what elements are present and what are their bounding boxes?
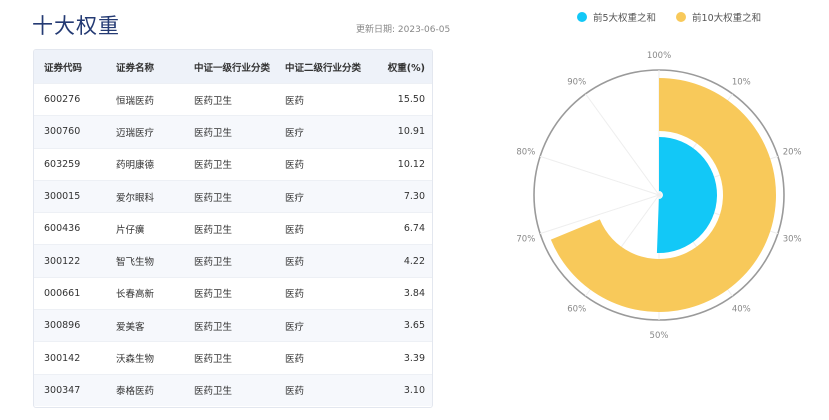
chart-tick-label: 20% (783, 148, 802, 158)
chart-tick-label: 40% (732, 304, 751, 314)
chart-tick-label: 50% (650, 331, 669, 341)
chart-tick-label: 80% (516, 148, 535, 158)
polar-bar-chart: 100% 10% 20% 30% 40% 50% 60% 70% 80% 90% (516, 51, 802, 341)
chart-tick-label: 90% (567, 78, 586, 88)
chart-tick-label: 30% (783, 234, 802, 244)
chart-tick-label: 70% (516, 234, 535, 244)
chart-tick-label: 60% (567, 304, 586, 314)
chart-tick-label: 100% (647, 51, 671, 61)
chart-tick-label: 10% (732, 78, 751, 88)
